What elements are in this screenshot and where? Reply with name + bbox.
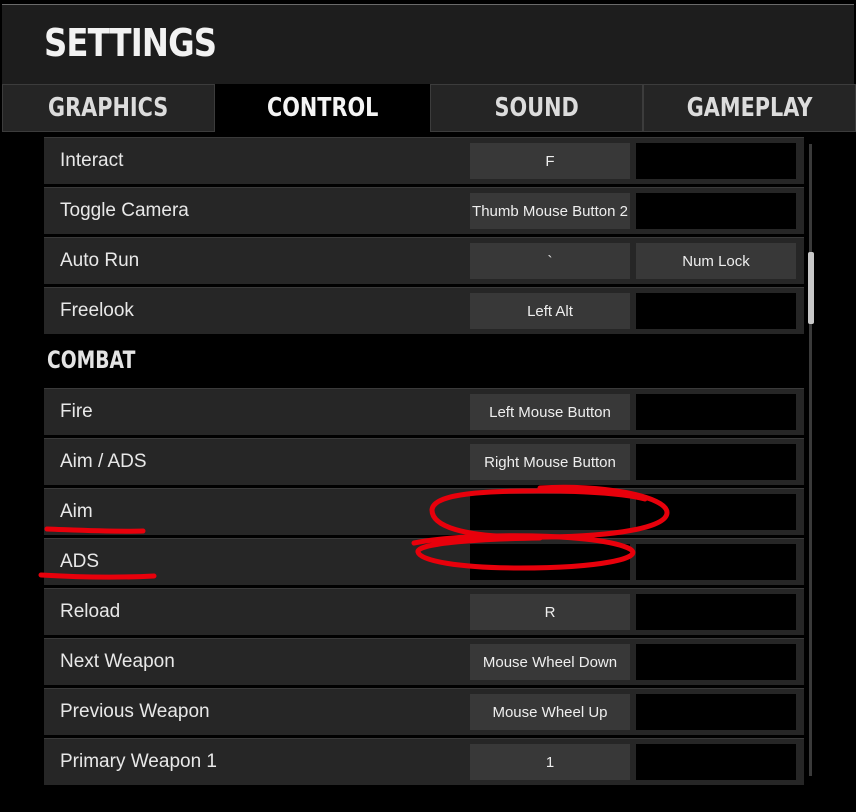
section-title-text: COMBAT: [47, 346, 136, 374]
keybind-row-ads: ADS: [44, 538, 804, 585]
settings-window: SETTINGS GRAPHICS CONTROL SOUND GAMEPLAY…: [0, 0, 856, 812]
action-label: Previous Weapon: [60, 701, 210, 722]
tab-gameplay[interactable]: GAMEPLAY: [643, 84, 856, 132]
keybind-row-reload: Reload R: [44, 588, 804, 635]
tab-gameplay-label: GAMEPLAY: [686, 93, 813, 123]
primary-key-slot[interactable]: `: [470, 243, 630, 279]
keybind-row-previous-weapon: Previous Weapon Mouse Wheel Up: [44, 688, 804, 735]
keybind-row-primary-weapon-1: Primary Weapon 1 1: [44, 738, 804, 785]
secondary-key-slot[interactable]: [636, 394, 796, 430]
secondary-key-slot[interactable]: [636, 293, 796, 329]
primary-key-slot[interactable]: [470, 494, 630, 530]
primary-key-slot[interactable]: Left Mouse Button: [470, 394, 630, 430]
keybind-row-fire: Fire Left Mouse Button: [44, 388, 804, 435]
secondary-key-slot[interactable]: [636, 494, 796, 530]
tab-control[interactable]: CONTROL: [215, 84, 430, 132]
secondary-key-slot[interactable]: Num Lock: [636, 243, 796, 279]
secondary-key-slot[interactable]: [636, 544, 796, 580]
secondary-key-slot[interactable]: [636, 644, 796, 680]
action-label: Reload: [60, 601, 121, 622]
tab-control-label: CONTROL: [266, 93, 379, 123]
secondary-key-slot[interactable]: [636, 744, 796, 780]
action-label: Interact: [60, 150, 124, 171]
primary-key-slot[interactable]: Right Mouse Button: [470, 444, 630, 480]
keybind-row-next-weapon: Next Weapon Mouse Wheel Down: [44, 638, 804, 685]
action-label: Primary Weapon 1: [60, 751, 217, 772]
secondary-key-slot[interactable]: [636, 143, 796, 179]
action-label: Aim / ADS: [60, 451, 147, 472]
tab-sound-label: SOUND: [494, 93, 579, 123]
keybind-row-interact: Interact F: [44, 137, 804, 184]
primary-key-slot[interactable]: Mouse Wheel Down: [470, 644, 630, 680]
action-label: Auto Run: [60, 250, 140, 271]
primary-key-slot[interactable]: F: [470, 143, 630, 179]
secondary-key-slot[interactable]: [636, 193, 796, 229]
secondary-key-slot[interactable]: [636, 444, 796, 480]
keybind-row-aim: Aim: [44, 488, 804, 535]
primary-key-slot[interactable]: [470, 544, 630, 580]
action-label: Aim: [60, 501, 93, 522]
tab-graphics-label: GRAPHICS: [48, 93, 169, 123]
scrollbar-thumb[interactable]: [808, 252, 814, 324]
action-label: Freelook: [60, 300, 134, 321]
secondary-key-slot[interactable]: [636, 694, 796, 730]
action-label: ADS: [60, 551, 100, 572]
page-title: SETTINGS: [44, 21, 217, 65]
primary-key-slot[interactable]: R: [470, 594, 630, 630]
tab-bar: GRAPHICS CONTROL SOUND GAMEPLAY: [0, 84, 856, 134]
action-label: Toggle Camera: [60, 200, 189, 221]
primary-key-slot[interactable]: Left Alt: [470, 293, 630, 329]
action-label: Fire: [60, 401, 93, 422]
primary-key-slot[interactable]: 1: [470, 744, 630, 780]
keybind-row-aim-ads: Aim / ADS Right Mouse Button: [44, 438, 804, 485]
title-bar: SETTINGS: [2, 4, 854, 85]
primary-key-slot[interactable]: Thumb Mouse Button 2: [470, 193, 630, 229]
tab-sound[interactable]: SOUND: [430, 84, 643, 132]
section-title-combat: COMBAT: [47, 346, 160, 374]
keybind-row-freelook: Freelook Left Alt: [44, 287, 804, 334]
tab-graphics[interactable]: GRAPHICS: [2, 84, 215, 132]
secondary-key-slot[interactable]: [636, 594, 796, 630]
scrollbar-track[interactable]: [809, 144, 812, 776]
keybind-list: Interact F Toggle Camera Thumb Mouse But…: [0, 134, 856, 812]
keybind-row-auto-run: Auto Run ` Num Lock: [44, 237, 804, 284]
primary-key-slot[interactable]: Mouse Wheel Up: [470, 694, 630, 730]
keybind-row-toggle-camera: Toggle Camera Thumb Mouse Button 2: [44, 187, 804, 234]
action-label: Next Weapon: [60, 651, 175, 672]
